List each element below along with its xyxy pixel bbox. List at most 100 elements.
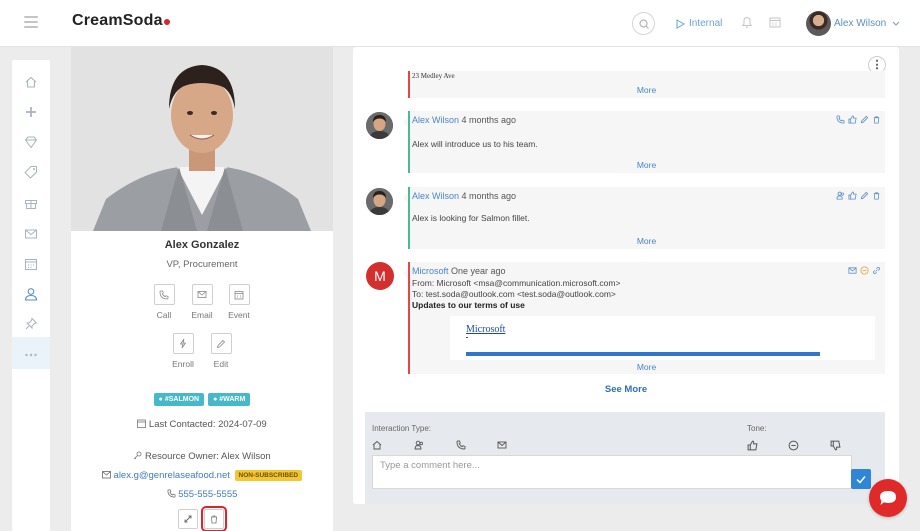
contact-phone-row[interactable]: 555-555-5555 (71, 489, 333, 500)
email-to: To: test.soda@outlook.com <test.soda@out… (412, 289, 616, 299)
mail-icon[interactable] (191, 284, 213, 305)
user-name[interactable]: Alex Wilson (834, 18, 886, 29)
users-type-icon[interactable] (414, 440, 424, 450)
sender-avatar[interactable]: M (366, 262, 394, 290)
diamond-icon[interactable] (24, 135, 38, 149)
thumbs-up-icon[interactable] (848, 115, 857, 124)
more-link[interactable]: More (408, 236, 885, 246)
contact-email-row: alex.g@genrelaseafood.net NON-SUBSCRIBED (71, 470, 333, 481)
call-label: Call (156, 310, 172, 320)
trash-icon[interactable] (872, 191, 881, 200)
calendar-icon[interactable] (228, 284, 250, 305)
card-accent (408, 262, 410, 374)
author-avatar[interactable] (366, 188, 393, 215)
subscription-badge: NON-SUBSCRIBED (234, 470, 303, 481)
chat-bubble-icon (880, 491, 896, 505)
neutral-tone-icon[interactable] (788, 440, 799, 451)
home-type-icon[interactable] (372, 440, 382, 450)
enroll-label: Enroll (172, 359, 194, 369)
edit-action[interactable]: Edit (201, 333, 241, 369)
visibility-toggle[interactable]: Internal (676, 18, 722, 29)
feed-card: Alex Wilson 4 months ago Alex is looking… (403, 187, 885, 249)
gift-icon[interactable] (24, 196, 38, 210)
note-body: Alex will introduce us to his team. (412, 139, 538, 149)
card-header: Alex Wilson 4 months ago (412, 191, 516, 201)
tag-warm[interactable]: ● #WARM (208, 393, 251, 406)
contact-phone[interactable]: 555-555-5555 (178, 489, 237, 500)
thumbs-up-icon[interactable] (848, 191, 857, 200)
more-icon[interactable] (24, 348, 38, 362)
contact-name: Alex Gonzalez (164, 239, 240, 251)
more-link[interactable]: More (408, 160, 885, 170)
email-preview: Microsoft (450, 316, 875, 360)
contact-tags: ● #SALMON ● #WARM (71, 393, 333, 406)
calendar-small-icon (137, 419, 147, 428)
user-avatar[interactable] (806, 11, 831, 36)
resource-owner: Resource Owner: Alex Wilson (71, 451, 333, 462)
card-actions (836, 191, 881, 200)
profile-card: Alex Gonzalez VP, Procurement Call Email… (71, 47, 333, 531)
home-icon[interactable] (24, 75, 38, 89)
pin-icon[interactable] (24, 317, 38, 331)
email-card: Microsoft One year ago From: Microsoft <… (403, 262, 885, 374)
mail-icon[interactable] (24, 227, 38, 241)
key-icon (134, 451, 142, 460)
lightning-icon[interactable] (172, 333, 194, 354)
visibility-label: Internal (689, 18, 723, 29)
link-icon[interactable] (872, 266, 881, 275)
user-icon[interactable] (24, 287, 38, 301)
neutral-face-icon[interactable] (860, 266, 869, 275)
expand-button[interactable] (178, 509, 198, 529)
card-actions (848, 266, 881, 275)
trash-icon[interactable] (872, 115, 881, 124)
tag-salmon[interactable]: ● #SALMON (153, 393, 205, 406)
pencil-icon[interactable] (860, 115, 869, 124)
underline-stub (466, 337, 468, 338)
users-icon[interactable] (836, 191, 845, 200)
author-avatar[interactable] (366, 112, 393, 139)
expand-icon (184, 515, 192, 523)
chevron-down-icon[interactable] (892, 19, 900, 29)
phone-type-icon[interactable] (456, 440, 466, 450)
thumbs-down-tone-icon[interactable] (830, 440, 841, 451)
comment-input[interactable]: Type a comment here... (372, 455, 852, 489)
more-link[interactable]: More (408, 85, 885, 95)
contact-title: VP, Procurement (166, 259, 238, 270)
author-name[interactable]: Microsoft (412, 266, 449, 276)
app-logo[interactable]: CreamSoda (72, 12, 170, 30)
email-label: Email (191, 310, 213, 320)
tag-icon[interactable] (24, 165, 38, 179)
chat-widget-button[interactable] (869, 479, 907, 517)
event-action[interactable]: Event (219, 284, 259, 320)
mail-type-icon[interactable] (497, 440, 507, 450)
event-label: Event (228, 310, 250, 320)
more-link[interactable]: More (408, 362, 885, 372)
left-nav (12, 60, 50, 531)
email-action[interactable]: Email (182, 284, 222, 320)
bell-icon[interactable] (741, 16, 753, 31)
author-name[interactable]: Alex Wilson (412, 191, 459, 201)
calendar-nav-icon[interactable] (24, 257, 38, 271)
plus-icon[interactable] (24, 105, 38, 119)
contact-email[interactable]: alex.g@genrelaseafood.net (114, 470, 230, 481)
email-image-link[interactable]: Microsoft (466, 324, 505, 335)
call-action[interactable]: Call (144, 284, 184, 320)
calendar-icon[interactable] (769, 16, 781, 30)
hamburger-menu-icon[interactable] (24, 16, 38, 28)
see-more-link[interactable]: See More (353, 384, 899, 395)
phone-icon[interactable] (153, 284, 175, 305)
search-icon[interactable] (632, 12, 655, 35)
mail-icon[interactable] (848, 266, 857, 275)
thumbs-up-tone-icon[interactable] (747, 440, 758, 451)
enroll-action[interactable]: Enroll (163, 333, 203, 369)
submit-comment-button[interactable] (851, 469, 871, 489)
phone-small-icon (167, 489, 176, 498)
delete-button[interactable] (201, 506, 227, 531)
pencil-icon[interactable] (210, 333, 232, 354)
pencil-icon[interactable] (860, 191, 869, 200)
comment-composer: Interaction Type: Tone: Type a comment h… (365, 412, 885, 504)
interaction-type-label: Interaction Type: (372, 424, 431, 433)
edit-label: Edit (213, 359, 229, 369)
phone-icon[interactable] (836, 115, 845, 124)
author-name[interactable]: Alex Wilson (412, 115, 459, 125)
